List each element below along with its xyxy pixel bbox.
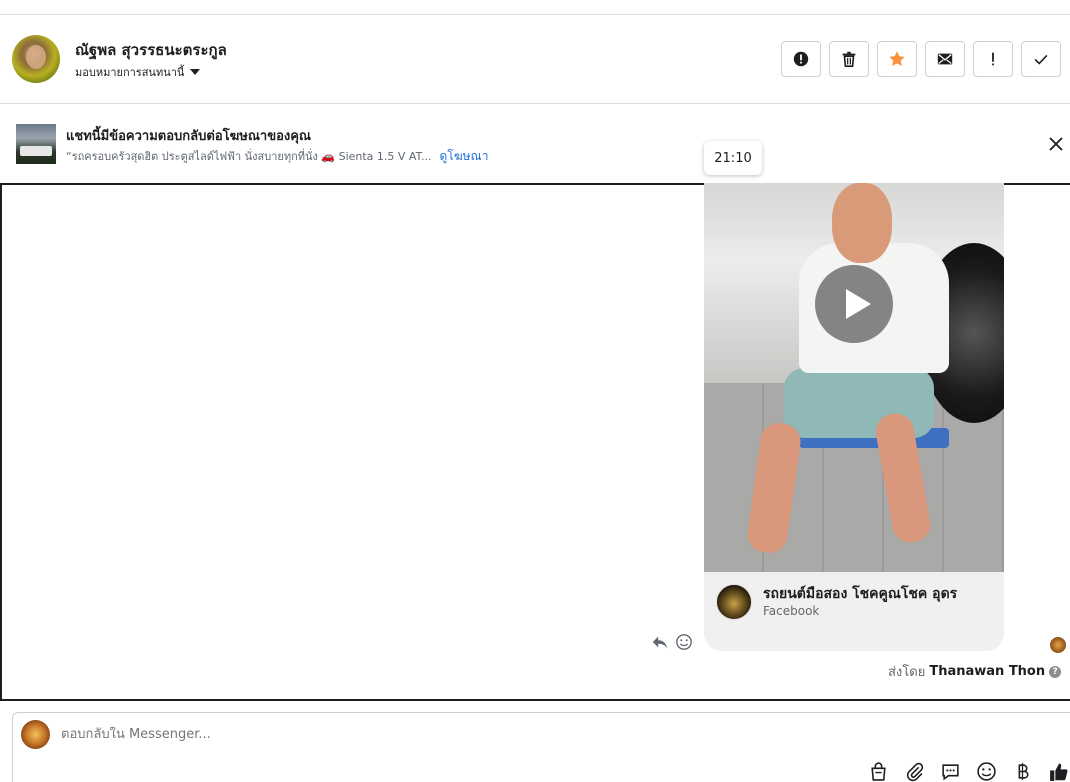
sent-by-prefix: ส่งโดย (888, 665, 926, 680)
alert-circle-icon (793, 51, 809, 67)
attachment-icon[interactable] (904, 761, 925, 782)
sender-name: Thanawan Thon (929, 664, 1046, 679)
shopping-bag-icon[interactable] (868, 761, 889, 782)
trash-icon (842, 51, 856, 68)
chevron-down-icon (190, 69, 201, 75)
video-thumbnail[interactable] (704, 183, 1004, 572)
conversation-header: ณัฐพล สุวรรธนะตระกูล มอบหมายการสนทนานี้ (0, 15, 1070, 104)
mark-unread-button[interactable] (925, 41, 965, 77)
like-icon[interactable] (1048, 761, 1069, 782)
reply-icon[interactable] (651, 633, 669, 651)
ad-snippet: “รถครอบครัวสุดฮิต ประตูสไลด์ไฟฟ้า นั่งสบ… (66, 150, 432, 163)
page-sender-avatar[interactable] (21, 720, 50, 749)
exclamation-icon (992, 52, 994, 66)
emoji-reaction-icon[interactable] (675, 633, 693, 651)
shared-source: Facebook (763, 604, 820, 618)
mark-done-button[interactable] (1021, 41, 1061, 77)
reply-input[interactable] (61, 727, 661, 742)
assign-conversation-button[interactable]: มอบหมายการสนทนานี้ (75, 63, 201, 81)
delete-button[interactable] (829, 41, 869, 77)
ad-reply-banner: แชทนี้มีข้อความตอบกลับต่อโฆษณาของคุณ “รถ… (0, 104, 1070, 184)
reply-composer (12, 712, 1070, 782)
baht-payment-icon[interactable] (1012, 761, 1033, 782)
page-avatar (716, 584, 752, 620)
emoji-icon[interactable] (976, 761, 997, 782)
envelope-icon (937, 53, 953, 65)
composer-tools (868, 761, 1069, 782)
shared-video-message[interactable]: รถยนต์มือสอง โชคคูณโชค อุดร Facebook (704, 183, 1004, 651)
timestamp-tooltip: 21:10 (704, 141, 762, 175)
ad-banner-title: แชทนี้มีข้อความตอบกลับต่อโฆษณาของคุณ (66, 129, 311, 144)
star-button[interactable] (877, 41, 917, 77)
play-icon[interactable] (815, 265, 893, 343)
shared-page-name[interactable]: รถยนต์มือสอง โชคคูณโชค อุดร (763, 583, 957, 605)
seen-by-avatar (1050, 637, 1066, 653)
sent-by-label: ส่งโดย Thanawan Thon ? (888, 661, 1062, 682)
follow-up-button[interactable] (973, 41, 1013, 77)
star-icon (889, 51, 905, 66)
view-ad-link[interactable]: ดูโฆษณา (440, 147, 489, 166)
close-icon[interactable] (1048, 136, 1064, 152)
contact-avatar[interactable] (12, 35, 60, 83)
ad-banner-subtitle: “รถครอบครัวสุดฮิต ประตูสไลด์ไฟฟ้า นั่งสบ… (66, 147, 488, 166)
saved-replies-icon[interactable] (940, 761, 961, 782)
header-actions (781, 41, 1061, 77)
check-icon (1034, 54, 1048, 65)
contact-name[interactable]: ณัฐพล สุวรรธนะตระกูล (75, 38, 227, 62)
help-icon[interactable]: ? (1049, 665, 1062, 678)
assign-label: มอบหมายการสนทนานี้ (75, 66, 185, 79)
ad-thumbnail[interactable] (16, 124, 56, 164)
report-spam-button[interactable] (781, 41, 821, 77)
